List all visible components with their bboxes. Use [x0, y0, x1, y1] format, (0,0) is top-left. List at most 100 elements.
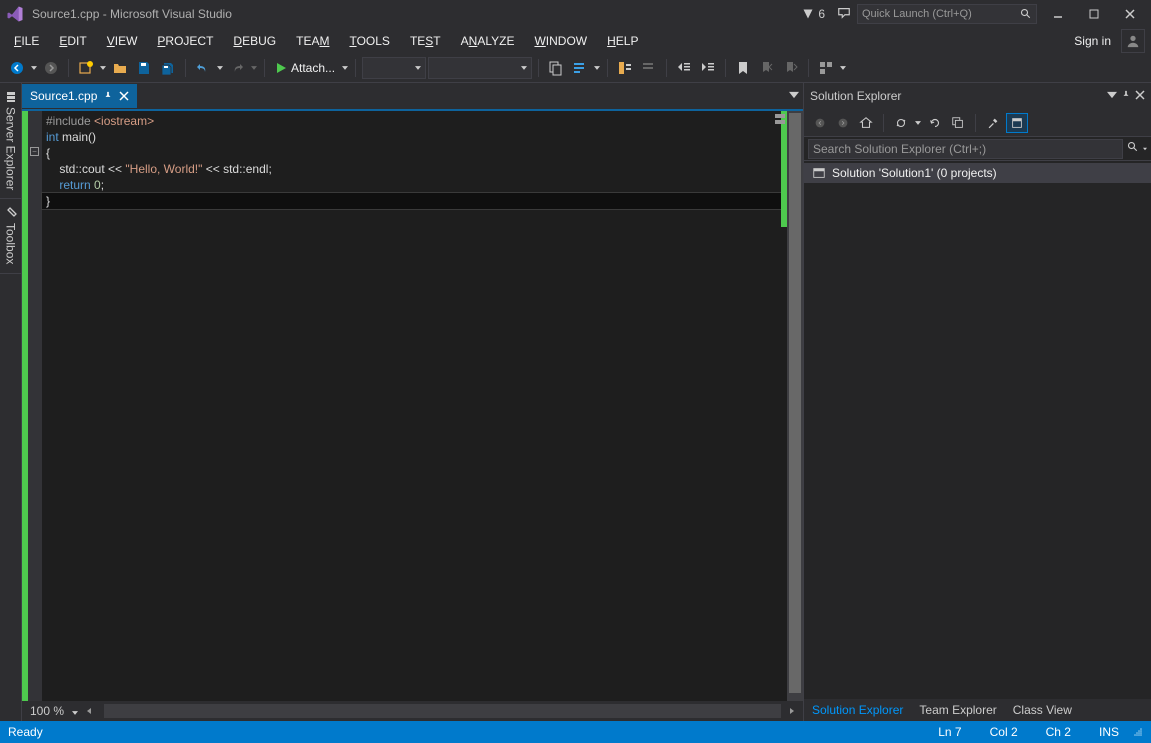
menu-tools[interactable]: TOOLS: [341, 31, 397, 51]
se-collapse-all-button[interactable]: [948, 113, 968, 133]
se-sync-dropdown[interactable]: [914, 121, 922, 125]
extensions-button[interactable]: [815, 57, 837, 79]
zoom-level[interactable]: 100 %: [26, 704, 68, 718]
comment-button[interactable]: [569, 57, 591, 79]
close-tab-icon[interactable]: [119, 91, 129, 101]
save-all-button[interactable]: [157, 57, 179, 79]
menu-window[interactable]: WINDOW: [526, 31, 595, 51]
increase-indent-button[interactable]: [697, 57, 719, 79]
close-button[interactable]: [1115, 4, 1145, 24]
tab-solution-explorer[interactable]: Solution Explorer: [804, 700, 911, 720]
horizontal-scrollbar[interactable]: [104, 704, 781, 718]
se-search-dropdown[interactable]: [1139, 143, 1147, 155]
close-panel-icon[interactable]: [1131, 89, 1145, 103]
feedback-icon[interactable]: [837, 6, 851, 23]
pin-icon[interactable]: [103, 91, 113, 101]
attach-dropdown[interactable]: [341, 66, 349, 70]
status-bar: Ready Ln 7 Col 2 Ch 2 INS: [0, 721, 1151, 743]
menu-analyze[interactable]: ANALYZE: [453, 31, 523, 51]
panel-toolbar: [804, 109, 1151, 137]
document-tab-strip: Source1.cpp: [22, 83, 803, 109]
solution-config-combo[interactable]: [362, 57, 426, 79]
se-back-button: [810, 113, 830, 133]
comment-dropdown[interactable]: [593, 66, 601, 70]
menu-edit[interactable]: EDIT: [51, 31, 94, 51]
uncomment-button: [638, 57, 660, 79]
pin-panel-icon[interactable]: [1117, 89, 1131, 103]
solution-root-item[interactable]: Solution 'Solution1' (0 projects): [804, 163, 1151, 183]
split-handle-icon[interactable]: [775, 113, 785, 123]
se-sync-button[interactable]: [891, 113, 911, 133]
editor-footer: 100 %: [22, 701, 803, 721]
tab-team-explorer[interactable]: Team Explorer: [911, 700, 1004, 720]
minimize-button[interactable]: [1043, 4, 1073, 24]
menu-project[interactable]: PROJECT: [149, 31, 221, 51]
save-button[interactable]: [133, 57, 155, 79]
menu-file[interactable]: FILE: [6, 31, 47, 51]
collapse-toggle-icon[interactable]: −: [30, 147, 39, 156]
outlining-margin[interactable]: −: [28, 111, 42, 701]
solution-root-label: Solution 'Solution1' (0 projects): [832, 166, 997, 180]
undo-dropdown[interactable]: [216, 66, 224, 70]
quick-launch-input[interactable]: Quick Launch (Ctrl+Q): [857, 4, 1037, 24]
menu-help[interactable]: HELP: [599, 31, 646, 51]
bookmark-button[interactable]: [732, 57, 754, 79]
attach-debugger-button[interactable]: Attach...: [271, 57, 339, 79]
menu-view[interactable]: VIEW: [99, 31, 146, 51]
zoom-dropdown[interactable]: [72, 704, 78, 718]
menu-debug[interactable]: DEBUG: [225, 31, 284, 51]
toolbar-overflow[interactable]: [839, 66, 847, 70]
status-col: Col 2: [990, 725, 1018, 739]
panel-menu-icon[interactable]: [1103, 89, 1117, 103]
sign-in-link[interactable]: Sign in: [1068, 34, 1117, 48]
undo-button[interactable]: [192, 57, 214, 79]
status-ins: INS: [1099, 725, 1119, 739]
menu-test[interactable]: TEST: [402, 31, 449, 51]
se-home-button[interactable]: [856, 113, 876, 133]
scroll-left-button[interactable]: [82, 704, 96, 718]
solution-icon: [812, 166, 826, 180]
menu-bar: FILE EDIT VIEW PROJECT DEBUG TEAM TOOLS …: [0, 28, 1151, 54]
file-tab-source1[interactable]: Source1.cpp: [22, 84, 137, 108]
panel-title: Solution Explorer: [810, 89, 1103, 103]
resize-grip-icon[interactable]: [1129, 727, 1143, 737]
code-editor[interactable]: − #include <iostream> int main() { std::…: [22, 109, 803, 701]
new-project-dropdown[interactable]: [99, 66, 107, 70]
redo-button: [226, 57, 248, 79]
toggle-outlining-button[interactable]: [614, 57, 636, 79]
scroll-right-button[interactable]: [785, 704, 799, 718]
new-project-button[interactable]: [75, 57, 97, 79]
se-preview-button[interactable]: [1006, 113, 1028, 133]
se-search-row: Search Solution Explorer (Ctrl+;): [804, 137, 1151, 161]
find-in-files-button[interactable]: [545, 57, 567, 79]
tab-dropdown-button[interactable]: [789, 89, 799, 103]
next-bookmark-button: [780, 57, 802, 79]
se-search-icon[interactable]: [1123, 141, 1139, 156]
se-search-input[interactable]: Search Solution Explorer (Ctrl+;): [808, 139, 1123, 159]
decrease-indent-button[interactable]: [673, 57, 695, 79]
solution-explorer-panel: Solution Explorer Search Solution Explor…: [803, 83, 1151, 721]
se-properties-button[interactable]: [983, 113, 1003, 133]
notifications-indicator[interactable]: 6: [796, 7, 831, 21]
user-icon[interactable]: [1121, 29, 1145, 53]
se-refresh-button[interactable]: [925, 113, 945, 133]
menu-team[interactable]: TEAM: [288, 31, 337, 51]
tab-class-view[interactable]: Class View: [1005, 700, 1080, 720]
vertical-scrollbar[interactable]: [787, 111, 803, 701]
left-tool-strip: Server Explorer Toolbox: [0, 83, 22, 721]
code-text-area[interactable]: #include <iostream> int main() { std::co…: [42, 111, 787, 701]
scrollbar-thumb[interactable]: [789, 113, 801, 693]
platform-combo[interactable]: [428, 57, 532, 79]
notifications-count: 6: [818, 7, 825, 21]
nav-back-button[interactable]: [6, 57, 28, 79]
nav-back-dropdown[interactable]: [30, 66, 38, 70]
open-file-button[interactable]: [109, 57, 131, 79]
title-bar: Source1.cpp - Microsoft Visual Studio 6 …: [0, 0, 1151, 28]
status-ready: Ready: [8, 725, 938, 739]
server-explorer-tab[interactable]: Server Explorer: [0, 83, 21, 199]
toolbox-tab[interactable]: Toolbox: [0, 199, 21, 273]
se-tree[interactable]: Solution 'Solution1' (0 projects): [804, 161, 1151, 699]
window-title: Source1.cpp - Microsoft Visual Studio: [32, 7, 796, 21]
panel-header[interactable]: Solution Explorer: [804, 83, 1151, 109]
maximize-button[interactable]: [1079, 4, 1109, 24]
